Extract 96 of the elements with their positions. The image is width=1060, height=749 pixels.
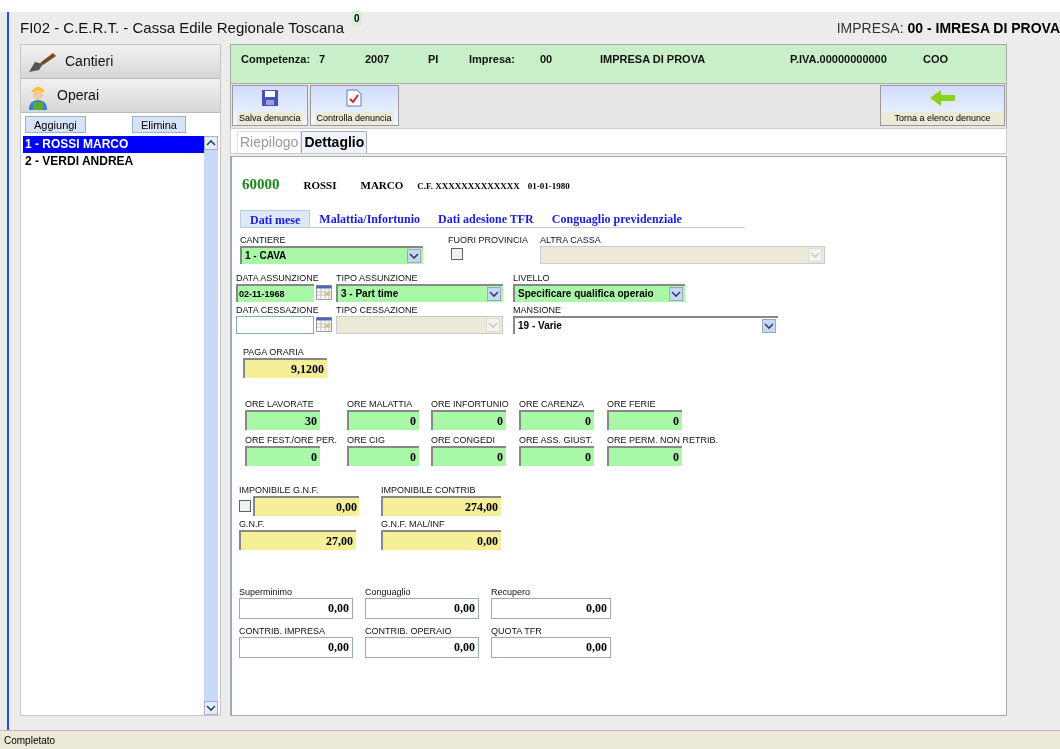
- number-field[interactable]: 27,00: [239, 529, 356, 550]
- company-label: IMPRESA:: [836, 18, 904, 38]
- scrollbar[interactable]: [204, 136, 218, 715]
- sidebar-button[interactable]: Aggiungi: [25, 116, 86, 133]
- worker-code: 60000: [242, 175, 280, 194]
- field-label: ORE ASS. GIUST.: [519, 433, 594, 446]
- number-field[interactable]: 0,00: [381, 529, 501, 550]
- field-label: G.N.F.: [239, 517, 266, 530]
- count-badge: 0: [352, 10, 362, 26]
- header-text: IMPRESA DI PROVA: [600, 52, 707, 67]
- number-field[interactable]: 0,00: [491, 636, 611, 658]
- checkbox[interactable]: [451, 247, 463, 260]
- field-label: Recupero: [491, 585, 532, 598]
- header-text: PI: [428, 52, 440, 67]
- field-label: TIPO CESSAZIONE: [336, 303, 419, 316]
- number-field[interactable]: 0: [245, 445, 320, 466]
- number-field[interactable]: 0: [519, 445, 594, 466]
- field-label: ORE PERM. NON RETRIB.: [607, 433, 719, 446]
- scroll-down-icon[interactable]: [204, 701, 218, 715]
- header-text: COO: [923, 52, 950, 67]
- date-field[interactable]: 02-11-1968: [236, 283, 314, 302]
- dropdown-field[interactable]: 3 - Part time: [336, 283, 503, 302]
- dropdown-field[interactable]: 1 - CAVA: [240, 245, 423, 264]
- company-name: 00 - IMRESA DI PROVA: [907, 18, 1060, 38]
- field-label: ORE FERIE: [607, 397, 657, 410]
- scroll-up-icon[interactable]: [204, 136, 218, 150]
- field-label: IMPONIBILE G.N.F.: [239, 483, 320, 496]
- number-field[interactable]: 0,00: [239, 597, 353, 619]
- worker-name: MARCO: [360, 178, 404, 193]
- number-field[interactable]: 30: [245, 409, 320, 430]
- field-label: DATA ASSUNZIONE: [236, 271, 320, 284]
- field-label: FUORI PROVINCIA: [448, 233, 529, 246]
- number-field[interactable]: 9,1200: [243, 357, 327, 378]
- field-label: CANTIERE: [240, 233, 287, 246]
- number-field[interactable]: 0: [607, 445, 682, 466]
- field-label: ORE FEST./ORE PER.: [245, 433, 339, 446]
- field-label: ORE INFORTUNIO: [431, 397, 510, 410]
- number-field[interactable]: 0,00: [491, 597, 611, 619]
- number-field[interactable]: 274,00: [381, 495, 501, 516]
- calendar-icon[interactable]: [316, 317, 332, 332]
- field-label: CONTRIB. IMPRESA: [239, 624, 326, 637]
- worker-list-item[interactable]: 1 - ROSSI MARCO: [23, 136, 204, 153]
- checked-document-icon: [346, 89, 363, 107]
- field-label: MANSIONE: [513, 303, 562, 316]
- number-field[interactable]: 0: [347, 445, 419, 466]
- field-label: G.N.F. MAL/INF: [381, 517, 446, 530]
- field-label: Conguaglio: [365, 585, 412, 598]
- dropdown-field[interactable]: Specificare qualifica operaio: [513, 283, 685, 302]
- number-field[interactable]: 0: [347, 409, 419, 430]
- section-tab[interactable]: Dati mese: [240, 209, 311, 227]
- field-label: ORE CONGEDI: [431, 433, 496, 446]
- header-text: 00: [540, 52, 554, 67]
- field-label: ORE MALATTIA: [347, 397, 414, 410]
- birth-date: 01-01-1980: [527, 180, 570, 193]
- checkbox[interactable]: [239, 499, 251, 512]
- view-tab[interactable]: Dettaglio: [301, 131, 368, 153]
- header-text: 7: [319, 52, 327, 67]
- field-label: ORE CARENZA: [519, 397, 585, 410]
- field-label: IMPONIBILE CONTRIB: [381, 483, 477, 496]
- field-label: ORE LAVORATE: [245, 397, 315, 410]
- field-label: ALTRA CASSA: [540, 233, 602, 246]
- field-label: ORE CIG: [347, 433, 386, 446]
- toolbar-button[interactable]: Salva denuncia: [232, 85, 308, 126]
- number-field[interactable]: 0: [519, 409, 594, 430]
- field-label: TIPO ASSUNZIONE: [336, 271, 419, 284]
- number-field[interactable]: 0: [431, 445, 506, 466]
- number-field[interactable]: 0,00: [239, 636, 353, 658]
- back-button[interactable]: Torna a elenco denunce: [880, 85, 1005, 126]
- field-label: CONTRIB. OPERAIO: [365, 624, 453, 637]
- field-label: DATA CESSAZIONE: [236, 303, 320, 316]
- toolbar-button[interactable]: Controlla denuncia: [309, 85, 399, 126]
- section-header[interactable]: Cantieri: [21, 45, 220, 79]
- header-text: Competenza:: [240, 52, 312, 67]
- date-field[interactable]: [236, 315, 314, 334]
- field-label: QUOTA TFR: [491, 624, 543, 637]
- number-field[interactable]: 0,00: [365, 636, 479, 658]
- number-field[interactable]: 0: [607, 409, 682, 430]
- section-header[interactable]: Operai: [21, 79, 220, 113]
- sidebar-button[interactable]: Elimina: [131, 116, 186, 133]
- status-text: Completato: [4, 733, 56, 748]
- left-arrow-icon: [928, 89, 957, 107]
- calendar-icon[interactable]: [316, 285, 332, 300]
- dropdown-field[interactable]: 19 - Varie: [513, 315, 778, 334]
- number-field[interactable]: 0,00: [365, 597, 479, 619]
- window-title: FI02 - C.E.R.T. - Cassa Edile Regionale Toscana: [20, 17, 345, 38]
- field-label: Superminimo: [239, 585, 294, 598]
- worker-list-item[interactable]: 2 - VERDI ANDREA: [23, 153, 204, 170]
- tax-code: C.F. XXXXXXXXXXXXX: [417, 180, 520, 193]
- header-text: P.IVA.00000000000: [790, 52, 888, 67]
- number-field[interactable]: 0,00: [253, 495, 359, 516]
- field-label: PAGA ORARIA: [243, 345, 305, 358]
- header-text: Impresa:: [469, 52, 516, 67]
- header-text: 2007: [365, 52, 391, 67]
- field-label: LIVELLO: [513, 271, 551, 284]
- number-field[interactable]: 0: [431, 409, 506, 430]
- worker-surname: ROSSI: [303, 178, 337, 193]
